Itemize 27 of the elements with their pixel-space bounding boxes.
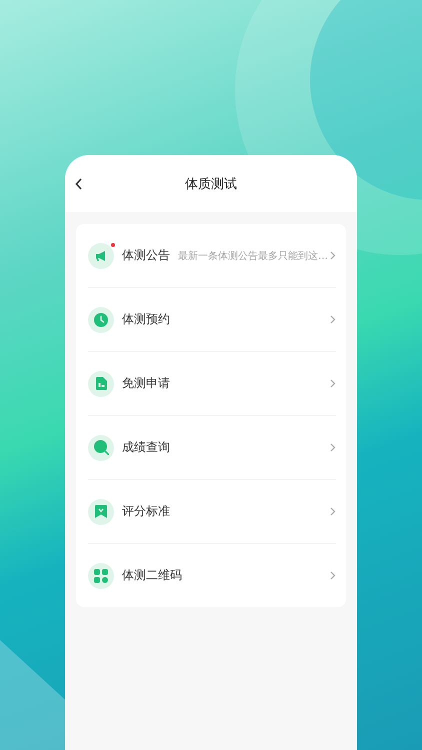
menu-label: 免测申请 bbox=[122, 375, 170, 392]
document-icon bbox=[96, 377, 106, 390]
menu-item[interactable]: 体测二维码 bbox=[88, 544, 336, 607]
chevron-icon bbox=[330, 315, 336, 324]
menu-label: 体测公告 bbox=[122, 247, 170, 264]
menu-label: 体测二维码 bbox=[122, 567, 182, 584]
menu-label: 成绩查询 bbox=[122, 439, 170, 456]
menu-label: 体测预约 bbox=[122, 311, 170, 328]
megaphone-icon bbox=[95, 250, 107, 262]
menu-item[interactable]: 免测申请 bbox=[88, 352, 336, 416]
chevron-icon bbox=[330, 571, 336, 580]
chevron-icon bbox=[330, 507, 336, 516]
back-icon[interactable] bbox=[74, 177, 84, 191]
menu-label: 评分标准 bbox=[122, 503, 170, 520]
chevron-icon bbox=[330, 251, 336, 260]
page-title: 体质测试 bbox=[185, 176, 237, 192]
menu-item[interactable]: 评分标准 bbox=[88, 480, 336, 544]
grid-icon bbox=[94, 568, 108, 582]
clock-icon bbox=[94, 312, 108, 326]
menu-item[interactable]: 体测公告 最新一条体测公告最多只能到这… bbox=[88, 224, 336, 288]
menu-subtitle: 最新一条体测公告最多只能到这… bbox=[178, 250, 328, 262]
chevron-icon bbox=[330, 443, 336, 452]
menu-item[interactable]: 成绩查询 bbox=[88, 416, 336, 480]
search-icon bbox=[94, 440, 108, 455]
bookmark-icon bbox=[95, 505, 107, 518]
menu-item[interactable]: 体测预约 bbox=[88, 288, 336, 352]
chevron-icon bbox=[330, 379, 336, 388]
